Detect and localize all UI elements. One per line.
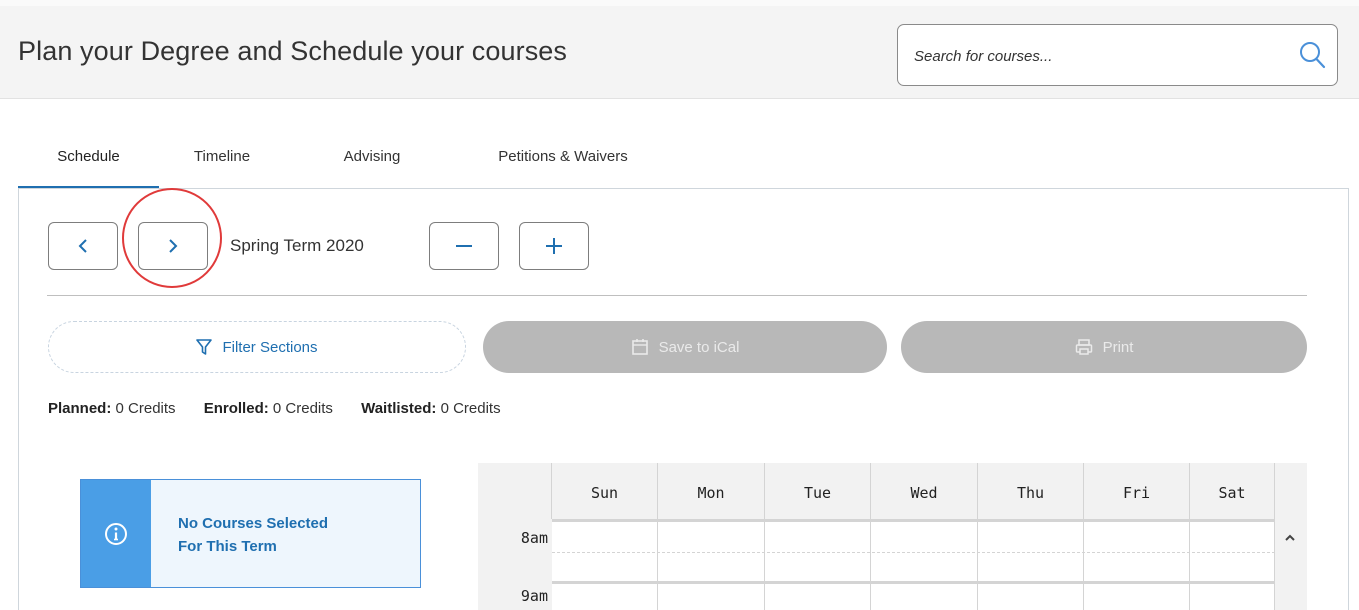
day-column-sat[interactable] xyxy=(1190,519,1275,610)
collapse-term-button[interactable] xyxy=(429,222,499,270)
notice-line-1: No Courses Selected xyxy=(178,515,329,532)
calendar-icon xyxy=(631,339,648,355)
time-label-9am: 9am xyxy=(520,587,548,605)
info-icon xyxy=(105,522,127,545)
planned-label: Planned: xyxy=(48,400,112,417)
notice-message: No Courses Selected For This Term xyxy=(178,512,398,558)
enrolled-value: 0 Credits xyxy=(272,400,333,417)
tab-bar: Schedule Timeline Advising Petitions & W… xyxy=(18,138,673,189)
waitlisted-value: 0 Credits xyxy=(440,400,501,417)
chevron-right-icon xyxy=(169,239,178,253)
planned-value: 0 Credits xyxy=(115,400,176,417)
search-input[interactable] xyxy=(914,44,1274,68)
day-column-fri[interactable] xyxy=(1084,519,1190,610)
print-button[interactable]: Print xyxy=(901,321,1307,373)
day-header-mon: Mon xyxy=(658,463,765,519)
no-courses-notice: No Courses Selected For This Term xyxy=(80,479,421,588)
divider xyxy=(47,295,1307,296)
day-header-wed: Wed xyxy=(871,463,978,519)
notice-icon-panel xyxy=(81,480,151,587)
save-to-ical-button[interactable]: Save to iCal xyxy=(483,321,887,373)
search-icon[interactable] xyxy=(1297,38,1327,72)
calendar-corner xyxy=(478,463,552,519)
filter-sections-button[interactable]: Filter Sections xyxy=(48,321,466,373)
minus-icon xyxy=(456,245,472,247)
day-column-wed[interactable] xyxy=(871,519,978,610)
credits-summary: Planned: 0 Credits Enrolled: 0 Credits W… xyxy=(48,400,501,417)
day-header-sat: Sat xyxy=(1190,463,1275,519)
page-title: Plan your Degree and Schedule your cours… xyxy=(18,36,568,66)
day-column-sun[interactable] xyxy=(552,519,658,610)
day-column-thu[interactable] xyxy=(978,519,1084,610)
half-hour-line xyxy=(552,552,1275,553)
hour-line-9am xyxy=(552,581,1275,584)
filter-sections-label: Filter Sections xyxy=(222,338,318,356)
chevron-left-icon xyxy=(78,239,87,253)
day-header-sun: Sun xyxy=(552,463,658,519)
plus-icon xyxy=(546,238,562,254)
tab-timeline[interactable]: Timeline xyxy=(185,138,259,189)
term-label: Spring Term 2020 xyxy=(230,236,364,255)
tab-petitions-waivers[interactable]: Petitions & Waivers xyxy=(453,138,673,189)
next-term-button[interactable] xyxy=(138,222,208,270)
printer-icon xyxy=(1075,339,1092,355)
save-to-ical-label: Save to iCal xyxy=(658,338,740,356)
hour-line-8am xyxy=(552,519,1275,522)
tab-advising[interactable]: Advising xyxy=(324,138,420,189)
weekly-calendar: Sun Mon Tue Wed Thu Fri Sat 8am 9am xyxy=(478,463,1307,610)
notice-line-2: For This Term xyxy=(178,538,277,555)
day-column-tue[interactable] xyxy=(765,519,871,610)
search-box[interactable] xyxy=(897,24,1338,86)
time-label-8am: 8am xyxy=(520,529,548,547)
calendar-grid[interactable] xyxy=(552,519,1275,610)
add-term-button[interactable] xyxy=(519,222,589,270)
top-bar: Plan your Degree and Schedule your cours… xyxy=(0,0,1359,99)
day-header-fri: Fri xyxy=(1084,463,1190,519)
enrolled-label: Enrolled: xyxy=(203,400,269,417)
previous-term-button[interactable] xyxy=(48,222,118,270)
day-header-tue: Tue xyxy=(765,463,871,519)
tab-schedule[interactable]: Schedule xyxy=(18,138,159,189)
day-column-mon[interactable] xyxy=(658,519,765,610)
filter-icon xyxy=(196,339,213,355)
scroll-up-icon[interactable] xyxy=(1282,530,1298,546)
day-header-thu: Thu xyxy=(978,463,1084,519)
waitlisted-label: Waitlisted: xyxy=(361,400,437,417)
print-label: Print xyxy=(1102,338,1134,356)
